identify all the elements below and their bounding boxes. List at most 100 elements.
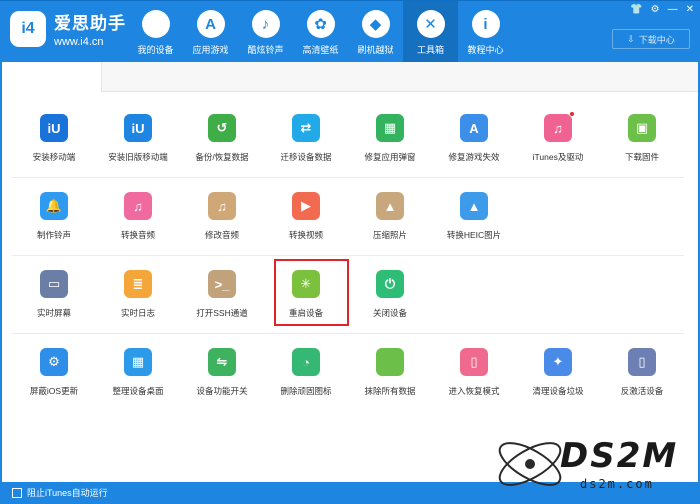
tab-active[interactable] [2, 62, 102, 92]
nav-item-2[interactable]: ♪ 酷炫铃声 [238, 1, 293, 63]
desktop-grid-icon: ▦ [124, 348, 152, 376]
tool-item[interactable]: A 修复游戏失效 [432, 100, 516, 178]
close-icon[interactable]: ✕ [686, 4, 694, 15]
tool-item[interactable]: ▯ 反激活设备 [600, 334, 684, 412]
tool-item[interactable]: ▲ 压缩照片 [348, 178, 432, 256]
tool-item[interactable]: iU 安装旧版移动端 [96, 100, 180, 178]
nav-item-1[interactable]: A 应用游戏 [183, 1, 238, 63]
cube-icon: ▣ [628, 114, 656, 142]
tool-item[interactable]: ♫ 转换音频 [96, 178, 180, 256]
edit-audio-icon: ♫ [208, 192, 236, 220]
tool-label: 关闭设备 [372, 308, 407, 318]
tool-item[interactable]: ⚙ 屏蔽iOS更新 [12, 334, 96, 412]
erase-apple-icon [376, 348, 404, 376]
nav-label: 刷机越狱 [357, 45, 394, 55]
ringtone-icon: 🔔 [40, 192, 68, 220]
tools-row: 🔔 制作铃声 ♫ 转换音频 ♫ 修改音频 ▶ 转换视频 ▲ 压缩照片 ▲ 转换HEIC图片 [12, 178, 684, 256]
broom-icon: ✦ [544, 348, 572, 376]
tool-label: 屏蔽iOS更新 [29, 386, 79, 396]
tool-label: 修复游戏失效 [448, 152, 500, 162]
settings-icon[interactable]: ⚙ [651, 4, 660, 15]
tool-item[interactable]: ▦ 整理设备桌面 [96, 334, 180, 412]
tool-item[interactable]: ◔ 删除顽固图标 [264, 334, 348, 412]
tool-item[interactable]: >_ 打开SSH通道 [180, 256, 264, 334]
tool-item[interactable]: ▦ 修复应用弹窗 [348, 100, 432, 178]
nav-item-3[interactable]: ✿ 高清壁纸 [293, 1, 348, 63]
tool-label: 清理设备垃圾 [532, 386, 584, 396]
app-header: i4 爱思助手 www.i4.cn 我的设备 A 应用游戏 ♪ 酷炫铃声 ✿ 高清壁纸 ◆ 刷机… [0, 0, 700, 63]
info-icon: i [471, 10, 500, 38]
app-logo: i4 爱思助手 www.i4.cn [10, 9, 126, 48]
tool-item[interactable]: ▲ 转换HEIC图片 [432, 178, 516, 256]
tool-label: 打开SSH通道 [196, 308, 248, 318]
nav-label: 酷炫铃声 [247, 45, 284, 55]
nav-item-4[interactable]: ◆ 刷机越狱 [348, 1, 403, 63]
tool-label: 转换HEIC图片 [446, 230, 502, 240]
nav-item-5[interactable]: ✕ 工具箱 [403, 1, 458, 63]
backup-clock-icon: ↺ [208, 114, 236, 142]
nav-label: 我的设备 [137, 45, 174, 55]
tool-item[interactable]: ▯ 进入恢复模式 [432, 334, 516, 412]
tool-item[interactable]: ▣ 下载固件 [600, 100, 684, 178]
nav-label: 应用游戏 [192, 45, 229, 55]
migrate-icon: ⇄ [292, 114, 320, 142]
tool-item[interactable]: ▶ 转换视频 [264, 178, 348, 256]
app-repair-icon: A [460, 114, 488, 142]
tool-label: 修复应用弹窗 [364, 152, 416, 162]
tool-item[interactable]: ⇄ 迁移设备数据 [264, 100, 348, 178]
tool-label: 修改音频 [204, 230, 239, 240]
tool-item[interactable]: ↺ 备份/恢复数据 [180, 100, 264, 178]
keyboard-icon: ▦ [376, 114, 404, 142]
watermark-brand: DS2M [560, 436, 679, 476]
tool-item[interactable]: ≣ 实时日志 [96, 256, 180, 334]
tool-label: 反激活设备 [620, 386, 664, 396]
tools-row: ⚙ 屏蔽iOS更新 ▦ 整理设备桌面 ⇋ 设备功能开关 ◔ 删除顽固图标 抹除所有数据 ▯ 进入恢复… [12, 334, 684, 412]
pie-icon: ◔ [292, 348, 320, 376]
app-name: 爱思助手 [54, 14, 126, 33]
tab-strip [2, 62, 698, 92]
tool-item[interactable]: 🔔 制作铃声 [12, 178, 96, 256]
apple-icon [141, 10, 170, 38]
power-icon: ⏻ [376, 270, 404, 298]
tool-label: 安装旧版移动端 [108, 152, 168, 162]
terminal-icon: >_ [208, 270, 236, 298]
tool-item[interactable]: ▭ 实时屏幕 [12, 256, 96, 334]
nav-item-0[interactable]: 我的设备 [128, 1, 183, 63]
tool-label: 进入恢复模式 [448, 386, 500, 396]
nav-label: 教程中心 [467, 45, 504, 55]
audio-icon: ♫ [124, 192, 152, 220]
block-itunes-label: 阻止iTunes自动运行 [27, 488, 108, 498]
download-center-button[interactable]: ⇩ 下载中心 [612, 29, 690, 49]
tool-item[interactable]: ♫ iTunes及驱动 [516, 100, 600, 178]
block-update-icon: ⚙ [40, 348, 68, 376]
minimize-icon[interactable]: — [668, 4, 678, 15]
tool-item[interactable]: ✦ 清理设备垃圾 [516, 334, 600, 412]
tool-item[interactable]: 抹除所有数据 [348, 334, 432, 412]
heic-icon: ▲ [460, 192, 488, 220]
nav-label: 高清壁纸 [302, 45, 339, 55]
tool-label: 删除顽固图标 [280, 386, 332, 396]
tool-label: 安装移动端 [32, 152, 76, 162]
screen-icon: ▭ [40, 270, 68, 298]
i4-logo-icon: i4 [10, 10, 46, 47]
main-nav: 我的设备 A 应用游戏 ♪ 酷炫铃声 ✿ 高清壁纸 ◆ 刷机越狱 ✕ 工具箱 i 教程中心 [128, 1, 513, 63]
tool-item[interactable]: ⏻ 关闭设备 [348, 256, 432, 334]
checkbox-icon [12, 487, 22, 498]
tool-label: 迁移设备数据 [280, 152, 332, 162]
window-controls: 👕 ⚙ — ✕ [630, 4, 694, 15]
app-store-icon: A [196, 10, 225, 38]
toggle-icon: ⇋ [208, 348, 236, 376]
tools-icon: ✕ [416, 10, 445, 38]
tools-row: iU 安装移动端 iU 安装旧版移动端 ↺ 备份/恢复数据 ⇄ 迁移设备数据 ▦ 修复应用弹窗 A 修… [12, 100, 684, 178]
tool-item[interactable]: iU 安装移动端 [12, 100, 96, 178]
skin-icon[interactable]: 👕 [630, 4, 642, 15]
tool-label: 实时日志 [120, 308, 155, 318]
tool-item[interactable]: ⇋ 设备功能开关 [180, 334, 264, 412]
tool-item[interactable]: ♫ 修改音频 [180, 178, 264, 256]
block-itunes-toggle[interactable]: 阻止iTunes自动运行 [12, 486, 108, 499]
i4-mobile-icon: iU [40, 114, 68, 142]
nav-item-6[interactable]: i 教程中心 [458, 1, 513, 63]
download-label: 下载中心 [638, 34, 675, 45]
watermark-url: ds2m.com [580, 477, 654, 491]
tool-label: 实时屏幕 [36, 308, 71, 318]
